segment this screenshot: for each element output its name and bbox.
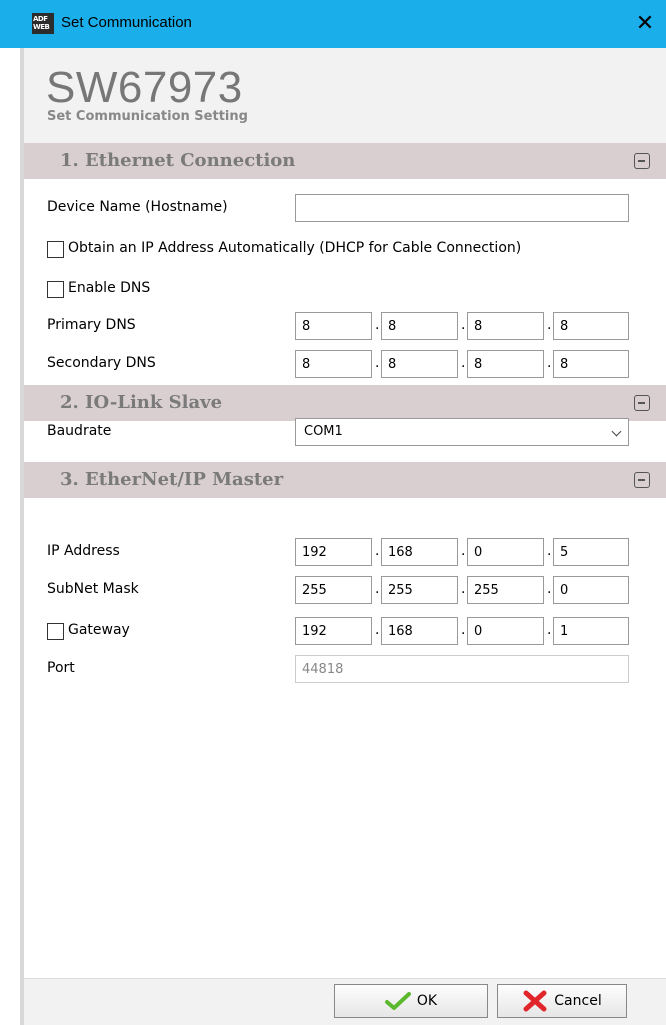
ip-dot: . (461, 355, 466, 371)
section-title: 1. Ethernet Connection (60, 150, 296, 171)
cancel-button-label: Cancel (554, 993, 602, 1009)
section-header-iolink[interactable]: 2. IO-Link Slave (24, 385, 666, 421)
window-title: Set Communication (61, 14, 192, 31)
enable-dns-label: Enable DNS (68, 280, 151, 296)
subnet-octet-4[interactable] (553, 576, 629, 604)
left-border (20, 48, 24, 1025)
secondary-dns-octet-2[interactable] (381, 350, 458, 378)
ip-dot: . (547, 622, 552, 638)
section-title: 3. EtherNet/IP Master (60, 469, 284, 490)
baudrate-label: Baudrate (47, 423, 112, 439)
ok-button-label: OK (416, 993, 438, 1009)
subnet-octet-3[interactable] (467, 576, 544, 604)
primary-dns-octet-4[interactable] (553, 312, 629, 340)
collapse-icon[interactable] (634, 153, 650, 169)
secondary-dns-label: Secondary DNS (47, 355, 156, 371)
ip-octet-1[interactable] (295, 538, 372, 566)
device-name-input[interactable] (295, 194, 629, 222)
gateway-octet-2[interactable] (381, 617, 458, 645)
dhcp-label: Obtain an IP Address Automatically (DHCP… (68, 240, 522, 256)
ip-dot: . (547, 355, 552, 371)
ip-dot: . (547, 317, 552, 333)
section-header-ethernetip[interactable]: 3. EtherNet/IP Master (24, 462, 666, 498)
gateway-label: Gateway (68, 622, 130, 638)
ip-dot: . (375, 581, 380, 597)
subnet-octet-2[interactable] (381, 576, 458, 604)
port-input (295, 655, 629, 683)
baudrate-value: COM1 (304, 424, 343, 439)
ip-octet-2[interactable] (381, 538, 458, 566)
ip-dot: . (375, 622, 380, 638)
gateway-octet-1[interactable] (295, 617, 372, 645)
close-icon: ✕ (635, 11, 655, 36)
adfweb-icon: ADF WEB (32, 13, 54, 34)
ip-address-label: IP Address (47, 543, 120, 559)
primary-dns-octet-3[interactable] (467, 312, 544, 340)
collapse-icon[interactable] (634, 472, 650, 488)
primary-dns-octet-1[interactable] (295, 312, 372, 340)
ip-dot: . (375, 355, 380, 371)
ip-dot: . (547, 543, 552, 559)
page-title: SW67973 (46, 63, 243, 112)
cancel-button[interactable]: Cancel (497, 984, 627, 1018)
primary-dns-octet-2[interactable] (381, 312, 458, 340)
ip-dot: . (547, 581, 552, 597)
secondary-dns-octet-3[interactable] (467, 350, 544, 378)
ip-octet-3[interactable] (467, 538, 544, 566)
ip-dot: . (375, 543, 380, 559)
gateway-checkbox[interactable] (47, 623, 64, 640)
port-label: Port (47, 660, 75, 676)
baudrate-select[interactable]: COM1 (295, 418, 629, 446)
gateway-octet-4[interactable] (553, 617, 629, 645)
set-communication-window: ADF WEB Set Communication ✕ SW67973 Set … (0, 0, 666, 1025)
subnet-mask-label: SubNet Mask (47, 581, 139, 597)
section-title: 2. IO-Link Slave (60, 392, 223, 413)
enable-dns-checkbox[interactable] (47, 281, 64, 298)
page-subtitle: Set Communication Setting (47, 109, 248, 124)
ip-dot: . (461, 622, 466, 638)
close-button[interactable]: ✕ (630, 9, 660, 39)
ip-octet-4[interactable] (553, 538, 629, 566)
section-header-ethernet[interactable]: 1. Ethernet Connection (24, 143, 666, 179)
ip-dot: . (461, 581, 466, 597)
check-icon (384, 992, 411, 1010)
title-bar[interactable]: ADF WEB Set Communication ✕ (0, 0, 666, 48)
ip-dot: . (461, 317, 466, 333)
secondary-dns-octet-4[interactable] (553, 350, 629, 378)
ok-button[interactable]: OK (334, 984, 488, 1018)
cancel-x-icon (523, 990, 547, 1012)
ip-dot: . (461, 543, 466, 559)
primary-dns-label: Primary DNS (47, 317, 136, 333)
secondary-dns-octet-1[interactable] (295, 350, 372, 378)
collapse-icon[interactable] (634, 395, 650, 411)
dhcp-checkbox[interactable] (47, 241, 64, 258)
chevron-down-icon (611, 426, 622, 437)
subnet-octet-1[interactable] (295, 576, 372, 604)
gateway-octet-3[interactable] (467, 617, 544, 645)
ip-dot: . (375, 317, 380, 333)
device-name-label: Device Name (Hostname) (47, 199, 228, 215)
